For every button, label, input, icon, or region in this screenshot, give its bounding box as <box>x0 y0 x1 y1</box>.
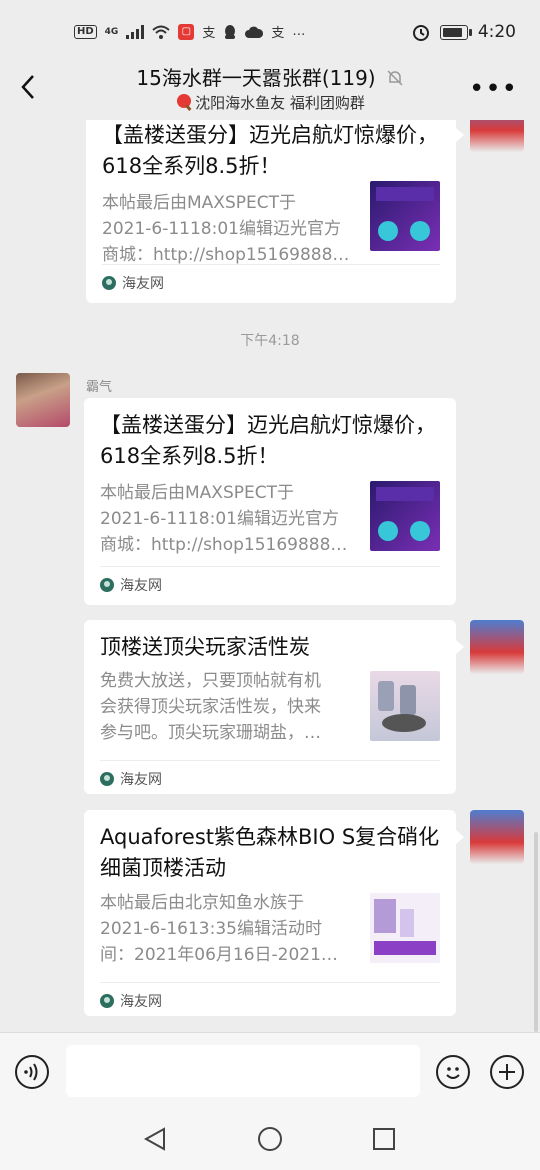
nav-recents-icon[interactable] <box>372 1127 396 1151</box>
site-logo-icon <box>100 994 114 1008</box>
emoji-button[interactable] <box>436 1055 470 1089</box>
card-title: Aquaforest紫色森林BIO S复合硝化细菌顶楼活动 <box>100 825 440 880</box>
cloud-icon <box>245 26 264 38</box>
self-avatar[interactable] <box>470 620 524 674</box>
scrollbar[interactable] <box>534 832 538 1032</box>
signal-icon <box>126 24 145 39</box>
more-notifications: … <box>292 24 306 39</box>
card-source-row: 海友网 <box>100 566 440 595</box>
message-list[interactable]: 【盖楼送蛋分】迈光启航灯惊爆价，618全系列8.5折！ 本帖最后由MAXSPEC… <box>0 120 540 1032</box>
desc-line: 会获得顶尖玩家活性炭，快来 <box>100 697 321 717</box>
desc-line: 2021-6-1118:01编辑迈光官方 <box>102 219 341 239</box>
card-description: 本帖最后由MAXSPECT于 2021-6-1118:01编辑迈光官方 商城：h… <box>102 190 352 268</box>
desc-line: 免费大放送，只要顶帖就有机 <box>100 671 321 691</box>
card-title: 顶楼送顶尖玩家活性炭 <box>100 635 310 659</box>
card-title: 【盖楼送蛋分】迈光启航灯惊爆价，618全系列8.5折！ <box>102 123 438 178</box>
site-logo-icon <box>100 772 114 786</box>
battery-icon <box>439 24 472 40</box>
bubble-tail <box>456 640 464 654</box>
self-avatar[interactable] <box>470 120 524 152</box>
message-composer <box>0 1032 540 1111</box>
add-attachment-button[interactable] <box>490 1055 524 1089</box>
voice-icon <box>24 1063 38 1081</box>
alipay-icon-2: 支 <box>271 26 285 41</box>
site-logo-icon <box>102 276 116 290</box>
desc-line: 商城：http://shop15169888… <box>100 535 348 555</box>
nav-back-icon[interactable] <box>142 1126 168 1152</box>
notification-icon: ▢ <box>178 23 195 40</box>
more-options-icon[interactable]: ••• <box>469 74 518 104</box>
chat-title: 15海水群一天嚣张群(119) <box>136 66 376 90</box>
chat-title-row: 15海水群一天嚣张群(119) <box>0 62 540 91</box>
self-avatar[interactable] <box>470 810 524 864</box>
bubble-tail <box>456 830 464 844</box>
card-source: 海友网 <box>122 276 164 292</box>
alarm-icon <box>412 25 429 41</box>
chat-subtitle: 沈阳海水鱼友 福利团购群 <box>195 94 365 112</box>
status-bar: HD 4G ▢ 支 支 … 4:20 <box>0 0 540 62</box>
desc-line: 2021-6-1613:35编辑活动时 <box>100 919 322 939</box>
nav-home-icon[interactable] <box>257 1126 283 1152</box>
desc-line: 2021-6-1118:01编辑迈光官方 <box>100 509 339 529</box>
site-logo-icon <box>100 578 114 592</box>
card-description: 免费大放送，只要顶帖就有机 会获得顶尖玩家活性炭，快来 参与吧。顶尖玩家珊瑚盐，… <box>100 668 350 746</box>
link-card[interactable]: 【盖楼送蛋分】迈光启航灯惊爆价，618全系列8.5折！ 本帖最后由MAXSPEC… <box>84 398 456 605</box>
clock-time: 4:20 <box>477 22 516 42</box>
alipay-icon: 支 <box>202 26 216 41</box>
thumbnail-art <box>378 681 426 732</box>
card-source: 海友网 <box>120 578 162 594</box>
desc-line: 参与吧。顶尖玩家珊瑚盐，… <box>100 723 321 743</box>
desc-line: 间：2021年06月16日-2021… <box>100 945 338 965</box>
hd-badge: HD <box>74 24 97 39</box>
chat-subtitle-row: 沈阳海水鱼友 福利团购群 <box>0 92 540 113</box>
battery-fill <box>442 27 462 37</box>
desc-line: 本帖最后由北京知鱼水族于 <box>100 893 304 913</box>
link-card[interactable]: 【盖楼送蛋分】迈光启航灯惊爆价，618全系列8.5折！ 本帖最后由MAXSPEC… <box>86 120 456 303</box>
card-description: 本帖最后由MAXSPECT于 2021-6-1118:01编辑迈光官方 商城：h… <box>100 480 350 558</box>
card-source: 海友网 <box>120 772 162 788</box>
message-input[interactable] <box>66 1045 420 1097</box>
card-thumbnail-image <box>370 671 440 741</box>
thumbnail-art <box>376 487 434 541</box>
voice-input-button[interactable] <box>15 1055 49 1089</box>
card-source: 海友网 <box>120 994 162 1010</box>
bubble-tail <box>456 128 464 142</box>
network-type: 4G <box>104 26 119 37</box>
wifi-icon <box>152 25 170 39</box>
emoji-icon <box>446 1067 460 1079</box>
chat-header: 15海水群一天嚣张群(119) 沈阳海水鱼友 福利团购群 ••• <box>0 62 540 120</box>
system-navigation-bar <box>0 1110 540 1170</box>
link-card[interactable]: Aquaforest紫色森林BIO S复合硝化细菌顶楼活动 本帖最后由北京知鱼水… <box>84 810 456 1016</box>
mute-bell-icon <box>387 70 403 86</box>
card-source-row: 海友网 <box>100 982 440 1011</box>
card-thumbnail-image <box>370 893 440 963</box>
desc-line: 本帖最后由MAXSPECT于 <box>100 483 294 503</box>
card-description: 本帖最后由北京知鱼水族于 2021-6-1613:35编辑活动时 间：2021年… <box>100 890 350 968</box>
card-thumbnail-image <box>370 181 440 251</box>
sender-name: 霸气 <box>86 380 113 395</box>
link-card[interactable]: 顶楼送顶尖玩家活性炭 免费大放送，只要顶帖就有机 会获得顶尖玩家活性炭，快来 参… <box>84 620 456 794</box>
thumbnail-art <box>374 899 436 955</box>
ping-pong-icon <box>177 94 192 111</box>
card-title: 【盖楼送蛋分】迈光启航灯惊爆价，618全系列8.5折！ <box>100 413 436 468</box>
qq-icon <box>225 24 236 39</box>
message-timestamp: 下午4:18 <box>240 333 300 349</box>
card-source-row: 海友网 <box>100 760 440 789</box>
plus-icon <box>499 1064 515 1080</box>
sender-avatar[interactable] <box>16 373 70 427</box>
card-source-row: 海友网 <box>102 264 440 293</box>
desc-line: 本帖最后由MAXSPECT于 <box>102 193 296 213</box>
thumbnail-art <box>376 187 434 241</box>
card-thumbnail-image <box>370 481 440 551</box>
